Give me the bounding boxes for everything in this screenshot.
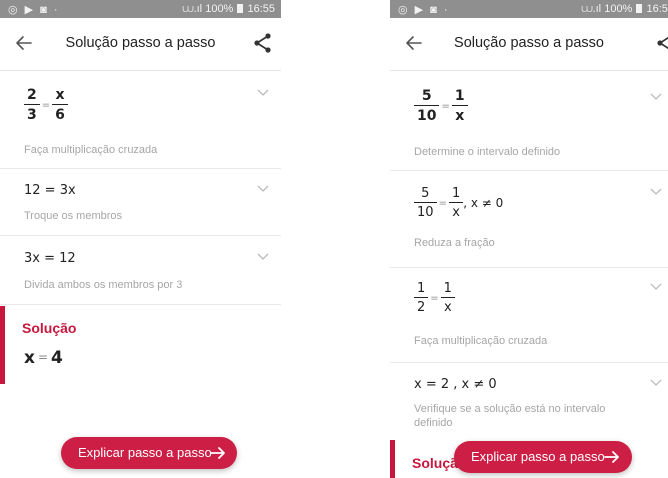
step-equation: 3x = 12 — [24, 251, 76, 266]
right-phone-screen: ◎ ▶ ◙ · ⩊.ıl 100% 16:55 Solução passo a … — [390, 0, 668, 478]
chevron-down-icon[interactable] — [257, 89, 269, 97]
step-item-4[interactable]: x = 2 , x ≠ 0 Verifique se a solução est… — [390, 362, 668, 440]
step-item-2[interactable]: 12 = 3x Troque os membros — [0, 168, 281, 236]
step-equation: 5 10 = 1 x — [414, 88, 468, 124]
fraction: 1x — [440, 281, 455, 315]
share-icon[interactable] — [251, 31, 275, 55]
fraction: 5 10 — [414, 88, 440, 124]
notification-icons: ◎ ▶ ◙ · — [8, 4, 60, 16]
chevron-down-icon[interactable] — [650, 379, 662, 387]
battery-icon — [636, 4, 643, 13]
status-bar: ◎ ▶ ◙ · ⩊.ıl 100% 16:55 — [390, 0, 668, 18]
solution-accent-bar — [0, 306, 5, 384]
chevron-down-icon[interactable] — [650, 188, 662, 196]
step-equation: x = 2 , x ≠ 0 — [414, 377, 497, 392]
fraction: 23 — [24, 87, 40, 123]
clock: 16:55 — [646, 3, 668, 15]
solution-answer: x = 4 — [24, 348, 63, 368]
step-item-3[interactable]: 3x = 12 Divida ambos os membros por 3 — [0, 235, 281, 305]
step-equation: 12 = 3x — [24, 183, 76, 198]
step-equation: 5 10 = 1 x, x ≠ 0 — [414, 186, 503, 220]
toolbar: Solução passo a passo — [0, 18, 281, 71]
step-item-1[interactable]: 5 10 = 1 x Determine o intervalo definido — [390, 71, 668, 171]
solution-accent-bar — [390, 440, 395, 478]
status-right: ⩊.ıl 100% 16:55 — [182, 3, 275, 16]
left-phone-screen: ◎ ▶ ◙ · ⩊.ıl 100% 16:55 Solução passo a … — [0, 0, 281, 478]
status-right: ⩊.ıl 100% 16:55 — [581, 3, 668, 16]
step-item-1[interactable]: 2 3 = x 6 Faça multiplicação cruzada — [0, 71, 281, 169]
step-item-3[interactable]: 1 2 = 1 x Faça multiplicação cruzada — [390, 267, 668, 363]
clock: 16:55 — [247, 3, 275, 15]
page-title: Solução passo a passo — [454, 35, 604, 51]
step-caption: Troque os membros — [24, 210, 123, 222]
page-title: Solução passo a passo — [65, 35, 216, 51]
signal-icon: ⩊.ıl — [581, 3, 602, 15]
chevron-down-icon[interactable] — [650, 283, 662, 291]
battery-icon — [237, 4, 244, 13]
step-caption: Divida ambos os membros por 3 — [24, 279, 183, 291]
step-equation: 2 3 = x 6 — [24, 87, 68, 123]
step-caption: Faça multiplicação cruzada — [24, 144, 158, 156]
fraction: 1x — [448, 186, 464, 220]
status-bar: ◎ ▶ ◙ · ⩊.ıl 100% 16:55 — [0, 0, 281, 18]
step-caption: Faça multiplicação cruzada — [414, 335, 548, 347]
explain-step-by-step-button[interactable]: Explicar passo a passo — [454, 441, 632, 473]
step-item-2[interactable]: 5 10 = 1 x, x ≠ 0 Reduza a fração — [390, 170, 668, 268]
solution-title: Solução — [22, 320, 77, 336]
notification-icons: ◎ ▶ ◙ · — [398, 4, 450, 16]
toolbar: Solução passo a passo — [390, 18, 668, 71]
step-caption: Determine o intervalo definido — [414, 146, 561, 158]
fraction: x6 — [52, 87, 68, 123]
step-equation: 1 2 = 1 x — [414, 281, 455, 315]
share-icon[interactable] — [654, 31, 668, 55]
signal-icon: ⩊.ıl — [182, 3, 203, 15]
chevron-down-icon[interactable] — [257, 253, 269, 261]
fraction: 1x — [451, 88, 468, 124]
arrow-right-icon — [210, 447, 225, 459]
chevron-down-icon[interactable] — [650, 93, 662, 101]
explain-step-by-step-button[interactable]: Explicar passo a passo — [61, 437, 237, 469]
fraction: 5 10 — [414, 186, 437, 220]
solution-section: Solução x = 4 — [0, 306, 281, 384]
fraction: 12 — [414, 281, 429, 315]
battery-level: 100% — [205, 3, 234, 15]
battery-level: 100% — [604, 3, 633, 15]
arrow-right-icon — [604, 451, 619, 463]
step-caption: Verifique se a solução está no intervalo… — [414, 403, 606, 429]
chevron-down-icon[interactable] — [257, 185, 269, 193]
step-caption: Reduza a fração — [414, 237, 495, 249]
